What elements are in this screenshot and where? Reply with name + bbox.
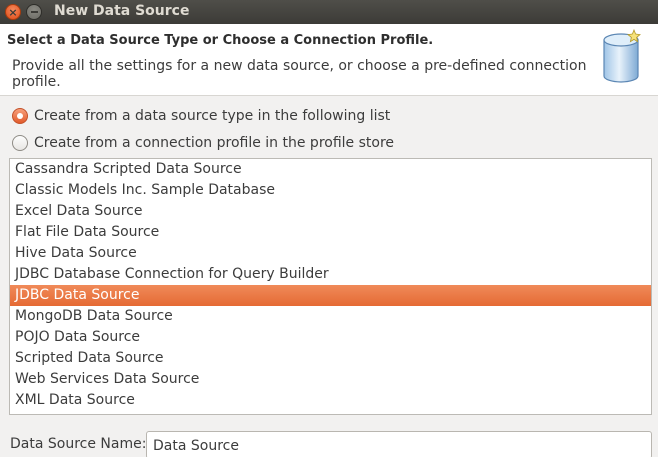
banner-description: Provide all the settings for a new data … <box>12 58 587 90</box>
data-source-name-input[interactable] <box>146 431 652 457</box>
database-icon <box>603 28 641 83</box>
list-item[interactable]: Classic Models Inc. Sample Database <box>10 180 651 201</box>
list-item[interactable]: Excel Data Source <box>10 201 651 222</box>
option-create-from-profile[interactable]: Create from a connection profile in the … <box>12 135 394 151</box>
option-label: Create from a data source type in the fo… <box>34 108 391 124</box>
minimize-icon <box>30 11 38 13</box>
option-create-from-type[interactable]: Create from a data source type in the fo… <box>12 108 390 124</box>
list-item[interactable]: Hive Data Source <box>10 243 651 264</box>
list-item[interactable]: JDBC Database Connection for Query Build… <box>10 264 651 285</box>
close-button[interactable]: × <box>5 4 21 20</box>
window-title: New Data Source <box>54 3 190 19</box>
close-icon: × <box>8 5 18 19</box>
list-item[interactable]: XML Data Source <box>10 390 651 411</box>
radio-button[interactable] <box>12 135 28 151</box>
data-source-type-list[interactable]: Cassandra Scripted Data Source Classic M… <box>9 158 652 415</box>
wizard-banner: Select a Data Source Type or Choose a Co… <box>0 24 658 96</box>
list-item[interactable]: POJO Data Source <box>10 327 651 348</box>
list-item[interactable]: Web Services Data Source <box>10 369 651 390</box>
list-item[interactable]: Scripted Data Source <box>10 348 651 369</box>
list-item[interactable]: MongoDB Data Source <box>10 306 651 327</box>
list-item-selected[interactable]: JDBC Data Source <box>10 285 651 306</box>
banner-heading: Select a Data Source Type or Choose a Co… <box>7 33 434 48</box>
data-source-name-label: Data Source Name: <box>10 436 147 452</box>
title-bar: × New Data Source <box>0 0 658 24</box>
option-label: Create from a connection profile in the … <box>34 135 395 151</box>
list-item[interactable]: Cassandra Scripted Data Source <box>10 159 651 180</box>
radio-button-checked[interactable] <box>12 108 28 124</box>
minimize-button[interactable] <box>26 4 42 20</box>
list-item[interactable]: Flat File Data Source <box>10 222 651 243</box>
